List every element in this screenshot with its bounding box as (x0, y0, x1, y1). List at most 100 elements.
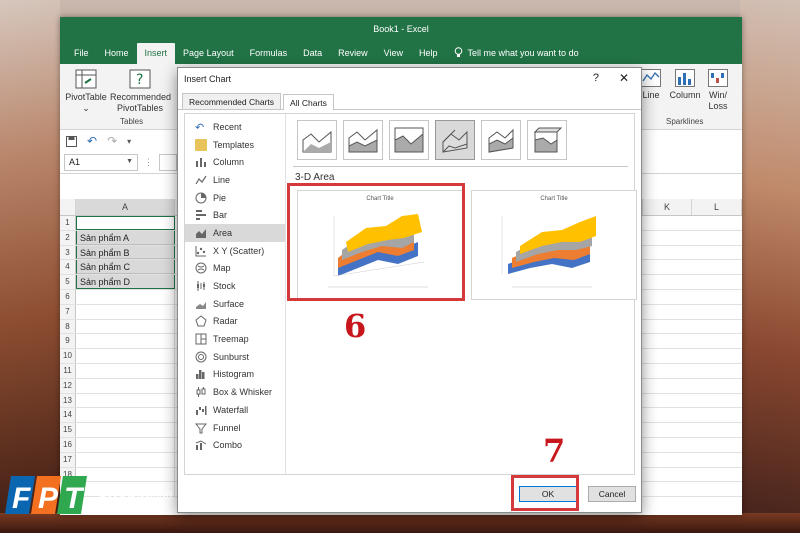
sparkline-winloss-button[interactable]: Win/ Loss (705, 69, 731, 112)
row-header[interactable]: 7 (60, 304, 76, 319)
chart-type-templates[interactable]: Templates (185, 136, 285, 154)
chart-type-line[interactable]: Line (185, 171, 285, 189)
tell-me-text: Tell me what you want to do (467, 47, 579, 58)
chart-type-funnel[interactable]: Funnel (185, 419, 285, 437)
dialog-title: Insert Chart (184, 74, 232, 84)
recommended-pivottables-button[interactable]: ? Recommended PivotTables (110, 69, 172, 114)
cancel-button[interactable]: Cancel (588, 486, 636, 502)
chart-type-map[interactable]: Map (185, 260, 285, 278)
subtype-3d-100-area[interactable] (527, 120, 567, 160)
formula-input[interactable] (159, 154, 177, 171)
cell-a7[interactable] (76, 304, 175, 319)
help-icon[interactable]: ? (593, 72, 599, 84)
row-header[interactable]: 15 (60, 423, 76, 437)
tab-view[interactable]: View (376, 48, 411, 64)
row-header[interactable]: 11 (60, 363, 76, 378)
chart-type-pie[interactable]: Pie (185, 189, 285, 207)
chart-type-column[interactable]: Column (185, 153, 285, 171)
cell-a5[interactable]: Sản phẩm D (76, 275, 175, 289)
tab-file[interactable]: File (66, 48, 97, 64)
chart-type-area[interactable]: Area (185, 224, 285, 242)
shop-wordmark: Shop.com.vn (97, 484, 172, 502)
pivottable-icon (75, 69, 97, 89)
row-header[interactable]: 5 (60, 275, 76, 289)
tab-insert[interactable]: Insert (136, 43, 176, 64)
close-icon[interactable]: ✕ (619, 71, 629, 85)
chart-preview-2[interactable]: Chart Title (471, 190, 637, 300)
row-header[interactable]: 14 (60, 408, 76, 423)
tab-formulas[interactable]: Formulas (242, 48, 296, 64)
chart-type-label: Bar (213, 210, 228, 221)
cell-a8[interactable] (76, 319, 175, 334)
select-all-corner[interactable] (60, 199, 76, 215)
chart-type-surface[interactable]: Surface (185, 295, 285, 313)
chart-type-scatter[interactable]: X Y (Scatter) (185, 242, 285, 260)
tab-review[interactable]: Review (330, 48, 376, 64)
name-box[interactable]: A1 ▼ (64, 154, 138, 171)
row-header[interactable]: 17 (60, 452, 76, 467)
divider (293, 166, 628, 167)
chart-type-waterfall[interactable]: Waterfall (185, 401, 285, 419)
cell-a11[interactable] (76, 363, 175, 378)
undo-icon[interactable]: ↶ (87, 134, 97, 148)
cell-a13[interactable] (76, 393, 175, 408)
subtype-3d-area[interactable] (435, 120, 475, 160)
chart-type-histogram[interactable]: Histogram (185, 366, 285, 384)
subtype-3d-stacked-area[interactable] (481, 120, 521, 160)
chart-type-sunburst[interactable]: Sunburst (185, 348, 285, 366)
row-header[interactable]: 16 (60, 437, 76, 452)
row-header[interactable]: 8 (60, 319, 76, 334)
tab-all-charts[interactable]: All Charts (283, 94, 334, 110)
row-header[interactable]: 13 (60, 393, 76, 408)
tab-data[interactable]: Data (295, 48, 330, 64)
tab-page-layout[interactable]: Page Layout (175, 48, 242, 64)
row-header[interactable]: 1 (60, 216, 76, 230)
recommended-pivot-label-1: Recommended (110, 92, 172, 102)
save-icon[interactable] (66, 135, 77, 147)
pivottable-button[interactable]: PivotTable ⌄ (65, 69, 107, 114)
cell-a10[interactable] (76, 349, 175, 363)
tell-me-box[interactable]: Tell me what you want to do (446, 47, 587, 64)
row-header[interactable]: 3 (60, 245, 76, 260)
chart-type-radar[interactable]: Radar (185, 313, 285, 331)
cell-a1[interactable] (76, 216, 175, 230)
tab-recommended-charts[interactable]: Recommended Charts (182, 93, 282, 109)
cell-a9[interactable] (76, 334, 175, 349)
cell-a17[interactable] (76, 452, 175, 467)
chart-type-treemap[interactable]: Treemap (185, 330, 285, 348)
radar-chart-icon (195, 315, 207, 327)
cell-a16[interactable] (76, 437, 175, 452)
row-header[interactable]: 9 (60, 334, 76, 349)
cell-a4[interactable]: Sản phẩm C (76, 260, 175, 275)
column-header-k[interactable]: K (642, 199, 692, 215)
sunburst-chart-icon (195, 351, 207, 363)
chart-type-box-whisker[interactable]: Box & Whisker (185, 383, 285, 401)
chart-type-label: Area (213, 227, 233, 238)
customize-qat-icon[interactable]: ▾ (127, 137, 131, 146)
subtype-stacked-area[interactable] (343, 120, 383, 160)
row-header[interactable]: 4 (60, 260, 76, 275)
percent-area-subtype-icon (394, 127, 424, 153)
chart-type-stock[interactable]: Stock (185, 277, 285, 295)
chart-type-combo[interactable]: Combo (185, 436, 285, 454)
cell-a15[interactable] (76, 423, 175, 437)
tab-help[interactable]: Help (411, 48, 446, 64)
cell-a6[interactable] (76, 289, 175, 304)
row-header[interactable]: 12 (60, 378, 76, 393)
chart-type-bar[interactable]: Bar (185, 206, 285, 224)
tab-home[interactable]: Home (97, 48, 137, 64)
column-header-l[interactable]: L (692, 199, 742, 215)
sparkline-column-button[interactable]: Column (667, 69, 703, 101)
cell-a14[interactable] (76, 408, 175, 423)
subtype-100-stacked-area[interactable] (389, 120, 429, 160)
cell-a3[interactable]: Sản phẩm B (76, 245, 175, 260)
redo-icon[interactable]: ↷ (107, 134, 117, 148)
cell-a2[interactable]: Sản phẩm A (76, 230, 175, 245)
column-header-a[interactable]: A (76, 199, 175, 215)
row-header[interactable]: 2 (60, 230, 76, 245)
row-header[interactable]: 6 (60, 289, 76, 304)
subtype-area[interactable] (297, 120, 337, 160)
chart-type-recent[interactable]: ↶ Recent (185, 118, 285, 136)
row-header[interactable]: 10 (60, 349, 76, 363)
cell-a12[interactable] (76, 378, 175, 393)
